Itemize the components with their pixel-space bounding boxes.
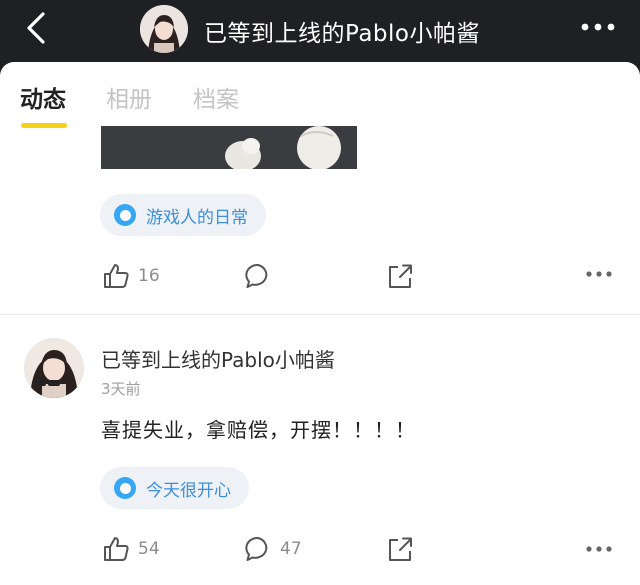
tab-profile[interactable]: 档案 — [193, 80, 239, 114]
tab-album[interactable]: 相册 — [106, 80, 152, 114]
comment-count: 47 — [280, 539, 302, 559]
topic-icon — [114, 477, 136, 499]
more-horizontal-icon[interactable] — [580, 22, 616, 32]
chevron-left-icon[interactable] — [22, 11, 52, 45]
share-icon — [389, 537, 412, 561]
post-author-name[interactable]: 已等到上线的Pablo小帕酱 — [101, 344, 335, 373]
header-title: 已等到上线的Pablo小帕酱 — [204, 21, 480, 47]
like-button[interactable]: 16 — [102, 262, 160, 290]
post-divider — [0, 314, 640, 315]
share-button[interactable] — [386, 535, 414, 563]
topic-tag[interactable]: 游戏人的日常 — [100, 194, 266, 236]
share-icon — [389, 264, 412, 288]
tab-feed[interactable]: 动态 — [20, 80, 66, 114]
topic-label: 今天很开心 — [146, 480, 231, 501]
topic-label: 游戏人的日常 — [146, 207, 248, 228]
comment-button[interactable] — [244, 262, 272, 290]
profile-content-card: 动态 相册 档案 游戏人的日常 16 已等到上线的Pablo小帕酱 3天前 喜提… — [0, 62, 640, 585]
more-horizontal-icon[interactable] — [585, 545, 613, 553]
comment-icon — [245, 264, 268, 288]
like-count: 16 — [138, 266, 160, 286]
topic-icon — [114, 204, 136, 226]
like-button[interactable]: 54 — [102, 535, 160, 563]
share-button[interactable] — [386, 262, 414, 290]
post-timestamp: 3天前 — [101, 380, 141, 398]
comment-button[interactable]: 47 — [244, 535, 302, 563]
comment-icon — [245, 537, 268, 561]
post-photo[interactable] — [101, 126, 357, 169]
topic-tag[interactable]: 今天很开心 — [100, 467, 249, 509]
top-bar: 已等到上线的Pablo小帕酱 — [0, 0, 640, 62]
thumbs-up-icon — [104, 264, 129, 288]
like-count: 54 — [138, 539, 160, 559]
post-text: 喜提失业，拿赔偿，开摆！！！！ — [101, 418, 416, 442]
more-horizontal-icon[interactable] — [585, 270, 613, 278]
header-avatar[interactable] — [140, 5, 188, 53]
active-tab-indicator — [21, 123, 67, 128]
avatar[interactable] — [24, 338, 84, 398]
thumbs-up-icon — [104, 537, 129, 561]
